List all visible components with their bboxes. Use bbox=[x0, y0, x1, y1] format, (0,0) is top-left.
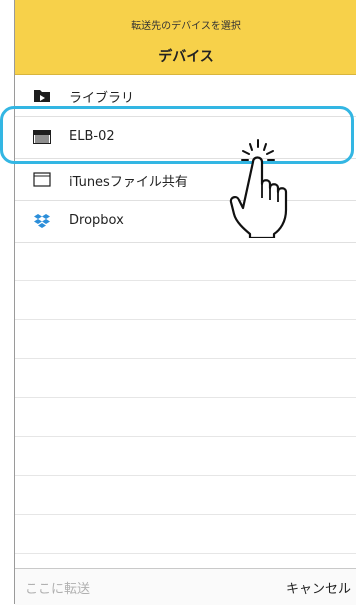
header-title: デバイス bbox=[158, 49, 214, 65]
device-item-label: iTunesファイル共有 bbox=[69, 175, 188, 190]
device-item-itunes-file-share[interactable]: iTunesファイル共有 bbox=[15, 159, 356, 201]
empty-list-row bbox=[15, 243, 356, 281]
header: 転送先のデバイスを選択 デバイス bbox=[15, 0, 356, 75]
empty-list-row bbox=[15, 515, 356, 554]
empty-list-row bbox=[15, 359, 356, 398]
footer-bar: ここに転送 キャンセル bbox=[15, 568, 356, 605]
library-folder-icon bbox=[34, 90, 50, 102]
empty-list-row bbox=[15, 476, 356, 515]
device-picker-dialog: 転送先のデバイスを選択 デバイス ライブラリ ELB-02 iTunesファイル… bbox=[14, 0, 356, 605]
header-subtitle: 転送先のデバイスを選択 bbox=[131, 21, 241, 32]
transfer-here-button[interactable]: ここに転送 bbox=[25, 578, 90, 597]
tap-hand-icon bbox=[229, 139, 288, 238]
device-item-label: ライブラリ bbox=[69, 91, 135, 106]
empty-list-row bbox=[15, 320, 356, 359]
file-share-icon bbox=[33, 172, 51, 187]
selection-highlight bbox=[0, 106, 354, 164]
empty-list-row bbox=[15, 437, 356, 476]
device-item-label: Dropbox bbox=[69, 213, 124, 228]
dropbox-icon bbox=[34, 214, 50, 228]
empty-list-row bbox=[15, 281, 356, 320]
device-item-dropbox[interactable]: Dropbox bbox=[15, 201, 356, 243]
cancel-button[interactable]: キャンセル bbox=[286, 578, 351, 597]
empty-list-row bbox=[15, 398, 356, 437]
